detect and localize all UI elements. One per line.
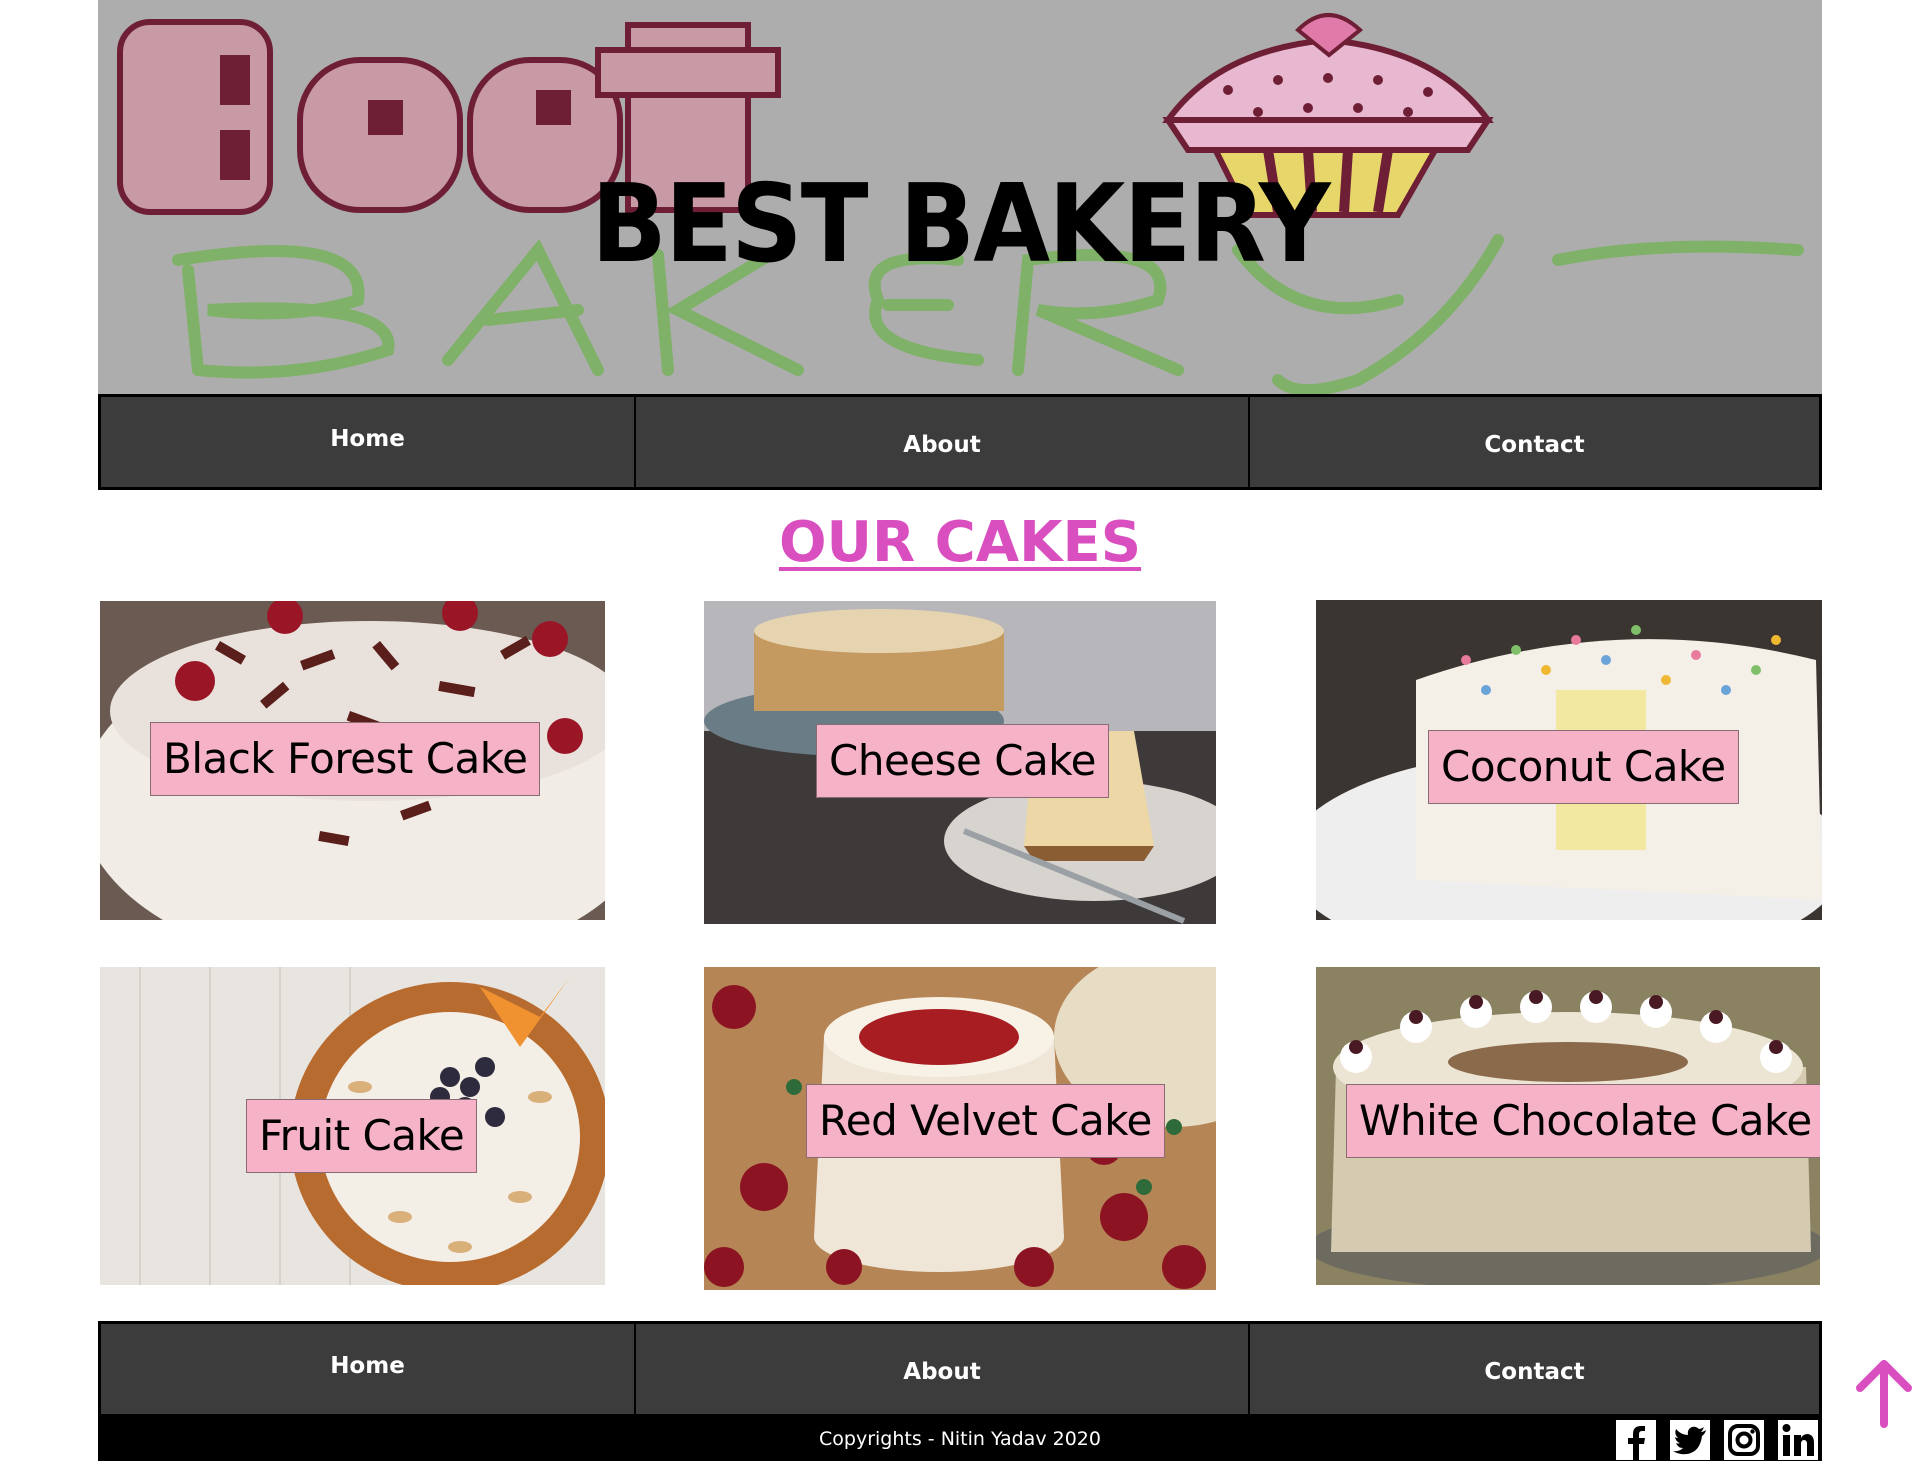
- cake-label: White Chocolate Cake: [1346, 1084, 1820, 1158]
- nav-contact-link[interactable]: Contact: [1250, 1324, 1819, 1414]
- cake-label: Red Velvet Cake: [806, 1084, 1165, 1158]
- cake-card-fruit[interactable]: Fruit Cake: [100, 967, 605, 1285]
- header-banner: BEST BAKERY: [98, 0, 1822, 394]
- linkedin-icon[interactable]: [1778, 1420, 1818, 1460]
- nav-home-link[interactable]: Home: [101, 1324, 636, 1414]
- instagram-icon[interactable]: [1724, 1420, 1764, 1460]
- arrow-up-icon: [1856, 1360, 1912, 1428]
- bottom-navbar: Home About Contact: [98, 1321, 1822, 1417]
- cake-label: Fruit Cake: [246, 1099, 478, 1173]
- nav-about-link[interactable]: About: [636, 1324, 1250, 1414]
- site-title: BEST BAKERY: [591, 162, 1331, 287]
- cake-card-white-chocolate[interactable]: White Chocolate Cake: [1316, 967, 1820, 1285]
- section-heading: OUR CAKES: [778, 510, 1142, 575]
- nav-home-link[interactable]: Home: [101, 397, 636, 487]
- cake-label: Coconut Cake: [1428, 730, 1739, 804]
- nav-contact-link[interactable]: Contact: [1250, 397, 1819, 487]
- footer: Copyrights - Nitin Yadav 2020: [98, 1417, 1822, 1461]
- cake-card-black-forest[interactable]: Black Forest Cake: [100, 601, 605, 920]
- top-navbar: Home About Contact: [98, 394, 1822, 490]
- facebook-icon[interactable]: [1616, 1420, 1656, 1460]
- cake-card-cheese[interactable]: Cheese Cake: [704, 601, 1216, 924]
- cake-label: Black Forest Cake: [150, 722, 541, 796]
- page: BEST BAKERY Home About Contact OUR CAKES: [0, 0, 1920, 1461]
- cake-card-red-velvet[interactable]: Red Velvet Cake: [704, 967, 1216, 1290]
- copyright-text: Copyrights - Nitin Yadav 2020: [819, 1428, 1101, 1450]
- cake-label: Cheese Cake: [816, 724, 1109, 798]
- scroll-to-top-button[interactable]: [1854, 1358, 1914, 1428]
- cake-card-coconut[interactable]: Coconut Cake: [1316, 600, 1822, 920]
- twitter-icon[interactable]: [1670, 1420, 1710, 1460]
- nav-about-link[interactable]: About: [636, 397, 1250, 487]
